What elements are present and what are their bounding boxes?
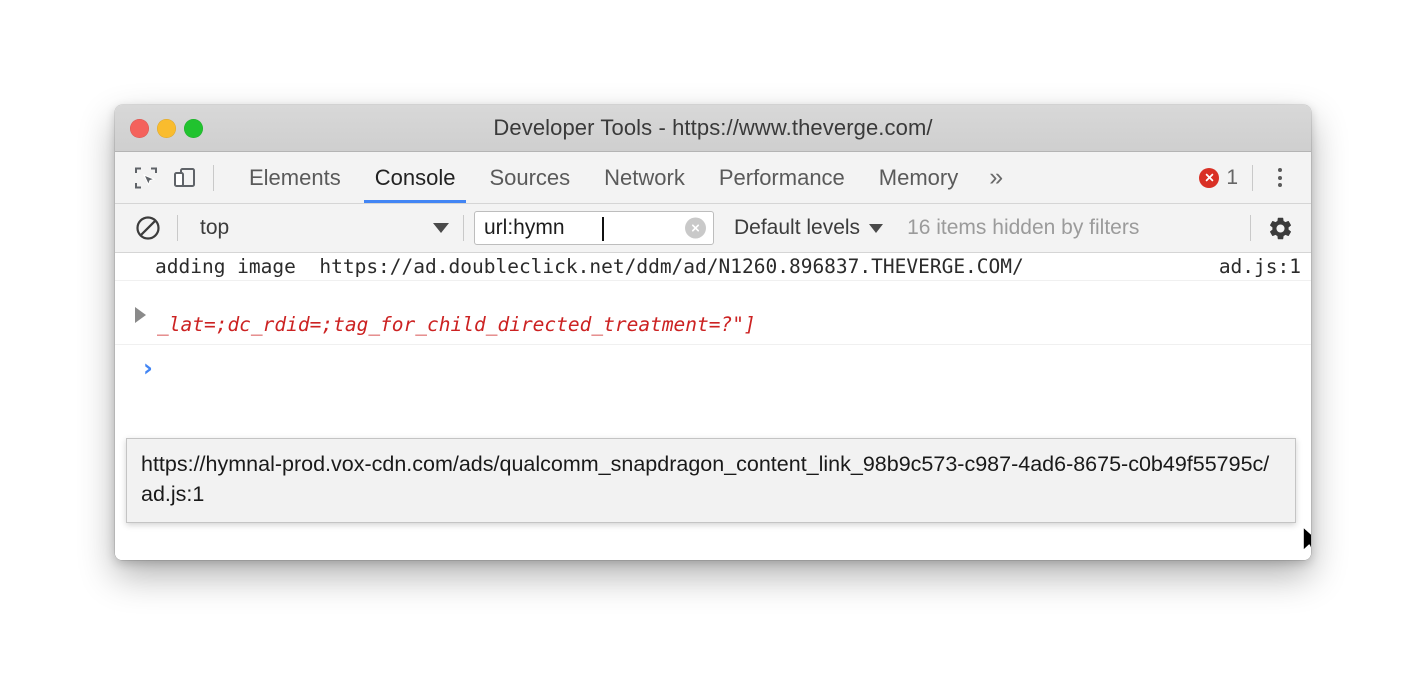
hidden-items-message: 16 items hidden by filters: [907, 216, 1140, 239]
window-controls: [130, 118, 203, 138]
kebab-dot: [1278, 168, 1282, 172]
filterbar-divider: [177, 215, 178, 241]
filterbar-right-actions: [1240, 209, 1299, 247]
error-circle-icon: [1199, 167, 1220, 188]
tab-memory[interactable]: Memory: [862, 152, 975, 203]
inspect-element-icon: [133, 165, 159, 191]
close-window-button[interactable]: [130, 118, 149, 138]
chevron-down-icon: [433, 223, 449, 233]
text-cursor: [602, 217, 604, 241]
console-row-log[interactable]: adding image https://ad.doubleclick.net/…: [115, 253, 1311, 281]
toolbar-divider: [213, 164, 214, 191]
tabbar-right-actions: 1: [1199, 161, 1311, 195]
filter-input[interactable]: [475, 212, 713, 244]
filterbar-divider-2: [463, 215, 464, 241]
error-count-badge[interactable]: 1: [1199, 166, 1238, 190]
tab-performance[interactable]: Performance: [702, 152, 862, 203]
gear-icon: [1267, 215, 1294, 242]
execution-context-selector[interactable]: top: [188, 216, 453, 240]
execution-context-label: top: [200, 216, 230, 239]
log-levels-selector[interactable]: Default levels: [734, 216, 884, 240]
window-titlebar: Developer Tools - https://www.theverge.c…: [115, 105, 1311, 152]
kebab-dot: [1278, 175, 1282, 180]
console-row-error[interactable]: _ord=?;dc_lat=;dc_rdid=;tag_for_child_di…: [115, 281, 1311, 345]
console-settings-button[interactable]: [1261, 209, 1299, 247]
error-count-label: 1: [1226, 165, 1238, 189]
url-tooltip: https://hymnal-prod.vox-cdn.com/ads/qual…: [126, 438, 1296, 524]
clear-console-icon: [134, 214, 162, 242]
device-toolbar-icon: [171, 165, 197, 191]
tab-sources[interactable]: Sources: [472, 152, 587, 203]
console-error-text-line2: _lat=;dc_rdid=;tag_for_child_directed_tr…: [157, 313, 756, 337]
tabbar-divider: [1252, 164, 1253, 191]
device-toolbar-button[interactable]: [165, 159, 203, 197]
inspect-element-button[interactable]: [127, 159, 165, 197]
tab-console[interactable]: Console: [358, 152, 473, 203]
more-tabs-button[interactable]: »: [975, 152, 1017, 203]
clear-console-button[interactable]: [129, 209, 167, 247]
mouse-pointer-icon: [1301, 525, 1311, 559]
tab-elements[interactable]: Elements: [232, 152, 358, 203]
maximize-window-button[interactable]: [184, 118, 203, 138]
devtools-tabbar: Elements Console Sources Network Perform…: [115, 152, 1311, 204]
disclosure-triangle-icon[interactable]: [135, 307, 146, 323]
console-message-text: adding image https://ad.doubleclick.net/…: [155, 255, 1024, 278]
devtools-window: Developer Tools - https://www.theverge.c…: [115, 105, 1311, 560]
clear-input-icon[interactable]: [685, 217, 706, 239]
filterbar-divider-3: [1250, 215, 1251, 241]
console-prompt-row[interactable]: ›: [115, 345, 1311, 391]
minimize-window-button[interactable]: [157, 118, 176, 138]
chevron-down-icon: [869, 223, 884, 233]
console-filter-toolbar: top Default levels 16 items hidden by fi…: [115, 204, 1311, 253]
filter-input-wrapper[interactable]: [474, 211, 714, 245]
screenshot-stage: Developer Tools - https://www.theverge.c…: [0, 0, 1428, 694]
kebab-menu-icon[interactable]: [1263, 161, 1297, 195]
kebab-dot: [1278, 183, 1282, 187]
console-prompt-caret: ›: [143, 353, 153, 382]
console-source-link[interactable]: ad.js:1: [1201, 255, 1301, 278]
tab-network[interactable]: Network: [587, 152, 702, 203]
window-title: Developer Tools - https://www.theverge.c…: [493, 115, 933, 140]
panel-tabs: Elements Console Sources Network Perform…: [232, 152, 1017, 203]
console-message-area[interactable]: adding image https://ad.doubleclick.net/…: [115, 253, 1311, 560]
log-levels-label: Default levels: [734, 216, 861, 239]
